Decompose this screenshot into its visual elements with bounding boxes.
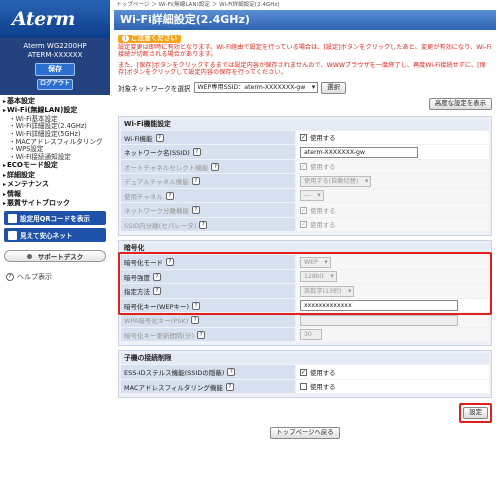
sidebar: Aterm Aterm WG2200HP ATERM-XXXXXX 保存 ログア…	[0, 0, 110, 483]
channel-row: 使用チャネル? ---	[121, 188, 489, 203]
nav-site-block[interactable]: 悪質サイトブロック	[3, 199, 110, 208]
encryption-highlight-box	[118, 252, 492, 316]
ssid-input[interactable]: aterm-XXXXXXX-gw	[300, 146, 418, 158]
ssid-separator-row: SSID内分離(セパレータ)? 使用する	[121, 217, 489, 232]
qr-code-button-label: 設定用QRコードを表示	[20, 215, 91, 224]
qr-code-button[interactable]: 設定用QRコードを表示	[4, 211, 106, 226]
help-icon[interactable]: ?	[165, 191, 174, 200]
caution-box: ご注意ください 設定変更は即時に有効となります。Wi-Fi経由で設定を行っている…	[114, 33, 496, 79]
setting-button-highlight: 設定	[459, 403, 492, 424]
client-restriction-section: 子機の接続制限 ESS-IDステルス機能(SSIDの隠蔽)? 使用する MACア…	[118, 350, 492, 399]
anshin-net-button-label: 見えて安心ネット	[20, 232, 73, 241]
support-desk-label: サポートデスク	[37, 253, 84, 262]
setting-row: 設定	[114, 402, 496, 424]
auto-channel-checkbox[interactable]	[300, 163, 307, 171]
help-label: ヘルプ表示	[17, 273, 52, 282]
main-content: トップページ ＞ Wi-Fi(無線LAN)設定 ＞ Wi-Fi詳細設定(2.4G…	[114, 0, 496, 483]
mac-filter-checkbox[interactable]	[300, 383, 307, 391]
model-name: Aterm WG2200HP	[23, 42, 87, 50]
section-title: Wi-Fi機能設定	[121, 118, 489, 130]
dual-channel-row: デュアルチャネル機能? 使用する(自動切替)	[121, 174, 489, 188]
section-title: 子機の接続制限	[121, 353, 489, 365]
wpa-psk-row: WPA暗号化キー(PSK)?	[121, 313, 489, 327]
sidebar-nav: 基本設定 Wi-Fi(無線LAN)設定 Wi-Fi基本設定 Wi-Fi詳細設定(…	[0, 95, 110, 208]
nav-eco[interactable]: ECOモード設定	[3, 161, 110, 170]
breadcrumb: トップページ ＞ Wi-Fi(無線LAN)設定 ＞ Wi-Fi詳細設定(2.4G…	[116, 2, 280, 8]
stealth-row: ESS-IDステルス機能(SSIDの隠蔽)? 使用する	[121, 365, 489, 379]
target-network-select[interactable]: WEP専用SSID：aterm-XXXXXXX-gw	[193, 82, 319, 94]
wifi-function-row: Wi-Fi機能? 使用する	[121, 130, 489, 145]
nav-maintenance[interactable]: メンテナンス	[3, 180, 110, 189]
top-page-row: トップページへ戻る	[114, 427, 496, 440]
mac-filter-row: MACアドレスフィルタリング機能? 使用する	[121, 379, 489, 394]
channel-select[interactable]: ---	[300, 190, 324, 202]
help-icon[interactable]: ?	[199, 220, 208, 229]
target-network-row: 対象ネットワークを選択 WEP専用SSID：aterm-XXXXXXX-gw 選…	[114, 79, 496, 94]
magnifier-icon	[8, 230, 17, 240]
nav-advanced[interactable]: 詳細設定	[3, 171, 110, 180]
anshin-net-button[interactable]: 見えて安心ネット	[4, 228, 106, 243]
stealth-checkbox[interactable]	[300, 368, 307, 376]
select-button[interactable]: 選択	[321, 81, 347, 94]
help-icon[interactable]: ?	[197, 330, 206, 339]
wpa-psk-input[interactable]	[300, 314, 458, 326]
help-icon[interactable]: ?	[192, 148, 201, 157]
qr-icon	[8, 213, 17, 223]
back-to-top-button[interactable]: トップページへ戻る	[270, 427, 340, 440]
help-icon[interactable]: ?	[192, 206, 200, 215]
ssid-row: ネットワーク名(SSID)? aterm-XXXXXXX-gw	[121, 145, 489, 159]
help-icon[interactable]: ?	[191, 316, 200, 325]
help-link[interactable]: ? ヘルプ表示	[6, 272, 110, 282]
wifi-function-checkbox[interactable]	[300, 134, 307, 142]
help-icon[interactable]: ?	[155, 133, 164, 142]
help-icon: ?	[6, 273, 14, 282]
caution-text-2: また、[保存]ボタンをクリックするまでは設定内容が保存されませんので、WWWブラ…	[118, 61, 486, 77]
help-icon[interactable]: ?	[211, 162, 220, 171]
target-network-label: 対象ネットワークを選択	[118, 84, 191, 93]
caution-heading: ご注意ください	[118, 34, 182, 43]
support-desk-button[interactable]: サポートデスク	[4, 250, 106, 263]
wifi-function-section: Wi-Fi機能設定 Wi-Fi機能? 使用する ネットワーク名(SSID)? a…	[118, 115, 492, 237]
setting-button[interactable]: 設定	[463, 407, 488, 420]
aterm-logo: Aterm	[0, 0, 110, 38]
device-id: ATERM-XXXXXX	[27, 51, 83, 59]
device-info-box: Aterm WG2200HP ATERM-XXXXXX 保存 ログアウト	[0, 38, 110, 95]
network-isolation-checkbox[interactable]	[300, 206, 307, 214]
caution-text-1: 設定変更は即時に有効となります。Wi-Fi経由で設定を行っている場合は、[設定]…	[118, 43, 492, 59]
network-isolation-row: ネットワーク分離機能? 使用する	[121, 203, 489, 217]
help-icon[interactable]: ?	[227, 368, 236, 377]
nav-info[interactable]: 情報	[3, 190, 110, 199]
key-interval-row: 暗号化キー更新間隔(分)? 30	[121, 327, 489, 342]
auto-channel-row: オートチャネルセレクト機能? 使用する	[121, 159, 489, 174]
page-title: Wi-Fi詳細設定(2.4GHz)	[114, 10, 496, 30]
key-interval-input[interactable]: 30	[300, 329, 322, 341]
dual-channel-select[interactable]: 使用する(自動切替)	[300, 175, 372, 187]
help-icon[interactable]: ?	[225, 382, 234, 391]
logo-text: Aterm	[12, 8, 75, 30]
show-advanced-button[interactable]: 高度な設定を表示	[428, 97, 492, 110]
help-icon[interactable]: ?	[191, 177, 200, 186]
nav-basic[interactable]: 基本設定	[3, 97, 110, 106]
advanced-row: 高度な設定を表示	[114, 94, 496, 112]
ssid-separator-checkbox[interactable]	[300, 221, 307, 229]
logout-button[interactable]: ログアウト	[37, 79, 73, 90]
save-button[interactable]: 保存	[35, 63, 75, 76]
